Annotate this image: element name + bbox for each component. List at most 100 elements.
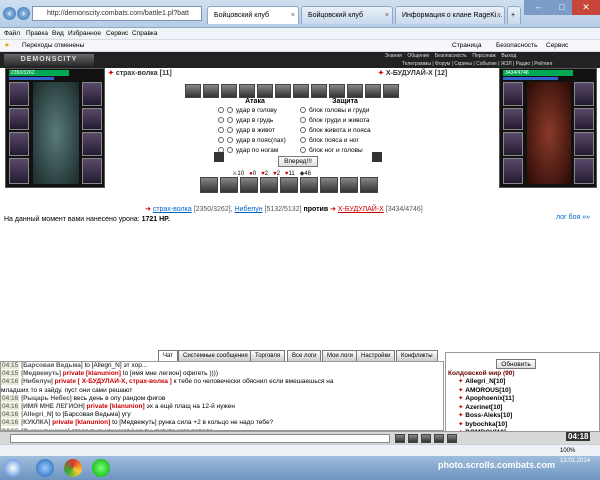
- address-bar[interactable]: http://demonscity.combats.com/battle1.pl…: [32, 6, 202, 21]
- armor-slot[interactable]: [9, 108, 29, 130]
- effect-icon[interactable]: [311, 84, 327, 98]
- menu-edit[interactable]: Правка: [26, 28, 48, 40]
- nav-security[interactable]: Безопасность: [435, 53, 467, 59]
- gloves-slot[interactable]: [574, 108, 594, 130]
- shield-slot[interactable]: [574, 132, 594, 156]
- tab-3[interactable]: Информация о клане RageKi... ×: [395, 6, 505, 24]
- icq-icon[interactable]: [92, 459, 110, 477]
- message-sender[interactable]: КУКЛКА: [23, 419, 48, 426]
- menu-tools[interactable]: Сервис: [106, 28, 128, 40]
- attack-legs[interactable]: удар по ногам: [218, 146, 286, 156]
- effect-icon[interactable]: [203, 84, 219, 98]
- forward-nav-button[interactable]: ›: [17, 7, 30, 20]
- user-name[interactable]: Azerinet[10]: [465, 404, 502, 411]
- right-fighter-name[interactable]: ✦ Х-БУДУЛАЙ-Х [12]: [378, 69, 447, 77]
- effect-icon[interactable]: [347, 84, 363, 98]
- close-icon[interactable]: ×: [385, 7, 389, 24]
- menu-help[interactable]: Справка: [132, 28, 158, 40]
- radio-icon[interactable]: [218, 117, 224, 123]
- spell-icon[interactable]: [260, 177, 278, 193]
- chat-log[interactable]: 04:15 [Барсовая Ведьма] to [Allegri_N] эт…: [0, 361, 444, 431]
- left-action-icon[interactable]: [214, 152, 224, 162]
- attack-belly[interactable]: удар в живот: [218, 126, 286, 136]
- user-list-item[interactable]: ✦ bybochka[10]: [454, 421, 594, 430]
- user-name[interactable]: Allegri_N[10]: [465, 378, 505, 385]
- star-icon[interactable]: ★: [4, 40, 10, 52]
- tab-1[interactable]: Бойцовский клуб ×: [207, 6, 299, 24]
- defense-option[interactable]: блок живота и пояса: [300, 126, 371, 136]
- page-menu[interactable]: Страница: [452, 40, 481, 52]
- attack-waist[interactable]: удар в пояс(пах): [218, 136, 286, 146]
- gloves-slot[interactable]: [82, 108, 102, 130]
- user-name[interactable]: AMOROUS[10]: [465, 387, 511, 394]
- favorites-item[interactable]: Переходы отменены: [22, 40, 84, 52]
- shield-slot[interactable]: [82, 132, 102, 156]
- ring-slot[interactable]: [574, 82, 594, 106]
- radio-icon[interactable]: [300, 127, 306, 133]
- smile-icon[interactable]: [408, 434, 418, 443]
- spell-icon[interactable]: [240, 177, 258, 193]
- spell-icon[interactable]: [340, 177, 358, 193]
- close-icon[interactable]: ×: [497, 7, 501, 24]
- chat-tab-conflicts[interactable]: Конфликты: [396, 350, 438, 361]
- back-button[interactable]: ‹: [3, 7, 16, 20]
- armor-slot[interactable]: [503, 108, 523, 130]
- close-window-button[interactable]: ✕: [572, 0, 600, 15]
- helmet-slot[interactable]: [9, 82, 29, 106]
- effect-icon[interactable]: [293, 84, 309, 98]
- new-tab-button[interactable]: +: [507, 6, 521, 24]
- nav-chat[interactable]: Общение: [407, 53, 429, 59]
- effect-icon[interactable]: [329, 84, 345, 98]
- nav-knowledge[interactable]: Знания: [385, 53, 402, 59]
- sound-icon[interactable]: [447, 434, 457, 443]
- spell-icon[interactable]: [320, 177, 338, 193]
- defense-option[interactable]: блок пояса и ног: [300, 136, 371, 146]
- clear-icon[interactable]: [421, 434, 431, 443]
- battle-right-name[interactable]: Х-БУДУЛАЙ-Х: [338, 206, 384, 213]
- tools-menu[interactable]: Сервис: [546, 40, 568, 52]
- battle-left-name[interactable]: страх-волка: [153, 206, 192, 213]
- chat-tab-settings[interactable]: Настройки: [356, 350, 396, 361]
- defense-option[interactable]: блок ног и головы: [300, 146, 371, 156]
- forward-button[interactable]: Вперед!!!: [278, 156, 318, 167]
- safety-menu[interactable]: Безопасность: [496, 40, 537, 52]
- start-icon[interactable]: [4, 459, 22, 477]
- radio-icon[interactable]: [300, 147, 306, 153]
- user-name[interactable]: bybochka[10]: [465, 421, 507, 428]
- legs-slot[interactable]: [82, 158, 102, 184]
- chat-tab-all-logs[interactable]: Все логи: [287, 350, 322, 361]
- user-list-item[interactable]: ✦ Boss-Aleks[10]: [454, 412, 594, 421]
- defense-option[interactable]: блок груди и живота: [300, 116, 371, 126]
- battle-mid-name[interactable]: Нибелун: [235, 206, 263, 213]
- defense-option[interactable]: блок головы и груди: [300, 106, 371, 116]
- left-fighter-name[interactable]: ✦ страх-волка [11]: [108, 69, 172, 77]
- effect-icon[interactable]: [383, 84, 399, 98]
- chat-tab-trade[interactable]: Торговля: [250, 350, 286, 361]
- battle-log-link[interactable]: лог боя »»: [556, 214, 590, 221]
- chat-tab-my-logs[interactable]: Мои логи: [322, 350, 358, 361]
- radio-icon[interactable]: [218, 107, 224, 113]
- nav-exit[interactable]: Выход: [501, 53, 516, 59]
- user-list-item[interactable]: ✦ AMOROUS[10]: [454, 387, 594, 396]
- message-sender[interactable]: Медвежуть: [23, 370, 59, 377]
- message-sender[interactable]: Барсовая Ведьма: [23, 362, 81, 369]
- nav-character[interactable]: Персонаж: [472, 53, 495, 59]
- radio-icon[interactable]: [227, 137, 233, 143]
- user-list-item[interactable]: ✦ Allegri_N[10]: [454, 378, 594, 387]
- menu-favorites[interactable]: Избранное: [68, 28, 101, 40]
- radio-icon[interactable]: [227, 117, 233, 123]
- radio-icon[interactable]: [227, 147, 233, 153]
- effect-icon[interactable]: [275, 84, 291, 98]
- message-sender[interactable]: Allegri_N: [23, 411, 52, 418]
- tab-2[interactable]: Бойцовский клуб ×: [301, 6, 393, 24]
- effect-icon[interactable]: [257, 84, 273, 98]
- radio-icon[interactable]: [218, 137, 224, 143]
- ie-icon[interactable]: [36, 459, 54, 477]
- boots-slot[interactable]: [503, 158, 523, 184]
- user-name[interactable]: Boss-Aleks[10]: [465, 412, 512, 419]
- chat-tab-system[interactable]: Системные сообщения: [178, 350, 253, 361]
- message-sender[interactable]: Рыцарь Небес: [23, 395, 70, 402]
- message-sender[interactable]: ИМЯ МНЕ ЛЕГИОН: [23, 403, 83, 410]
- spell-icon[interactable]: [360, 177, 378, 193]
- spell-icon[interactable]: [300, 177, 318, 193]
